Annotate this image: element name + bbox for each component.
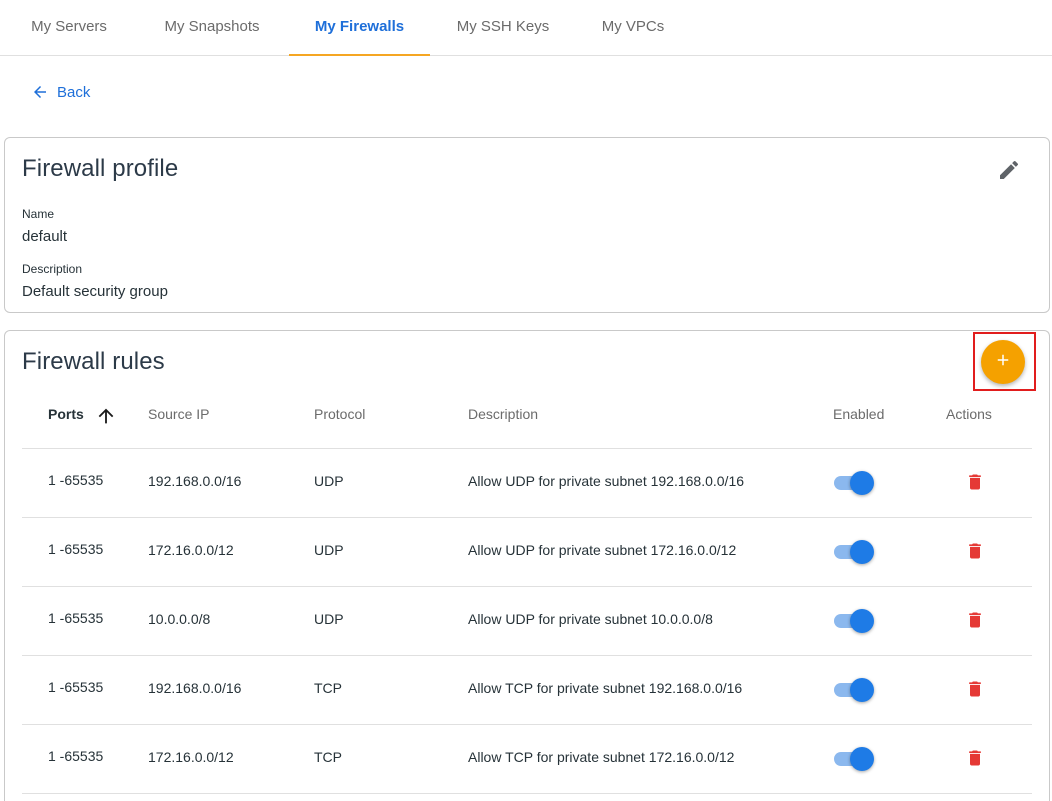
trash-icon (965, 543, 985, 565)
column-header-ports[interactable]: Ports (48, 406, 84, 422)
cell-source-ip: 192.168.0.0/16 (148, 473, 242, 489)
name-label: Name (22, 207, 55, 221)
cell-protocol: TCP (314, 680, 342, 696)
trash-icon (965, 612, 985, 634)
cell-source-ip: 192.168.0.0/16 (148, 680, 242, 696)
delete-rule-button[interactable] (965, 610, 985, 630)
enabled-toggle[interactable] (834, 540, 874, 564)
arrow-up-icon[interactable] (95, 405, 117, 429)
cell-ports: 1 -65535 (48, 472, 104, 488)
cell-description: Allow TCP for private subnet 172.16.0.0/… (468, 749, 735, 765)
name-value: default (22, 228, 68, 245)
cell-description: Allow TCP for private subnet 192.168.0.0… (468, 680, 743, 696)
description-label: Description (22, 262, 83, 276)
enabled-toggle[interactable] (834, 678, 874, 702)
firewall-profile-title: Firewall profile (22, 155, 179, 182)
trash-icon (965, 750, 985, 772)
tab-my-snapshots[interactable]: My Snapshots (147, 0, 277, 55)
cell-source-ip: 172.16.0.0/12 (148, 542, 234, 558)
arrow-left-icon (31, 83, 49, 101)
column-header-actions: Actions (946, 406, 992, 422)
back-button[interactable]: Back (31, 80, 90, 104)
tab-my-vpcs[interactable]: My VPCs (580, 0, 686, 55)
cell-description: Allow UDP for private subnet 192.168.0.0… (468, 473, 745, 489)
firewall-rules-card: Firewall rules (4, 330, 1050, 801)
row-divider (22, 793, 1032, 794)
cell-description: Allow UDP for private subnet 172.16.0.0/… (468, 542, 737, 558)
enabled-toggle[interactable] (834, 609, 874, 633)
add-rule-button[interactable] (981, 340, 1025, 384)
plus-icon (994, 351, 1012, 374)
tab-bar: My Servers My Snapshots My Firewalls My … (0, 0, 1052, 56)
delete-rule-button[interactable] (965, 541, 985, 561)
delete-rule-button[interactable] (965, 679, 985, 699)
edit-profile-button[interactable] (997, 158, 1021, 182)
tab-my-servers[interactable]: My Servers (4, 0, 134, 55)
cell-ports: 1 -65535 (48, 610, 104, 626)
column-header-enabled: Enabled (833, 406, 885, 422)
cell-protocol: TCP (314, 749, 342, 765)
delete-rule-button[interactable] (965, 748, 985, 768)
trash-icon (965, 474, 985, 496)
pencil-icon (997, 160, 1021, 186)
column-header-description[interactable]: Description (468, 406, 538, 422)
row-divider (22, 655, 1032, 656)
column-header-protocol[interactable]: Protocol (314, 406, 365, 422)
cell-protocol: UDP (314, 542, 344, 558)
tab-my-ssh-keys[interactable]: My SSH Keys (442, 0, 564, 55)
cell-protocol: UDP (314, 473, 344, 489)
header-divider (22, 448, 1032, 449)
firewall-rules-title: Firewall rules (22, 348, 165, 375)
cell-source-ip: 172.16.0.0/12 (148, 749, 234, 765)
column-header-source-ip[interactable]: Source IP (148, 406, 209, 422)
row-divider (22, 586, 1032, 587)
delete-rule-button[interactable] (965, 472, 985, 492)
cell-ports: 1 -65535 (48, 748, 104, 764)
cell-ports: 1 -65535 (48, 679, 104, 695)
trash-icon (965, 681, 985, 703)
enabled-toggle[interactable] (834, 471, 874, 495)
cell-description: Allow UDP for private subnet 10.0.0.0/8 (468, 611, 713, 627)
cell-source-ip: 10.0.0.0/8 (148, 611, 211, 627)
tab-my-firewalls[interactable]: My Firewalls (289, 0, 430, 56)
cell-protocol: UDP (314, 611, 344, 627)
row-divider (22, 517, 1032, 518)
description-value: Default security group (22, 283, 168, 300)
firewall-profile-card: Firewall profile Name default Descriptio… (4, 137, 1050, 313)
back-label: Back (57, 83, 91, 101)
cell-ports: 1 -65535 (48, 541, 104, 557)
enabled-toggle[interactable] (834, 747, 874, 771)
row-divider (22, 724, 1032, 725)
